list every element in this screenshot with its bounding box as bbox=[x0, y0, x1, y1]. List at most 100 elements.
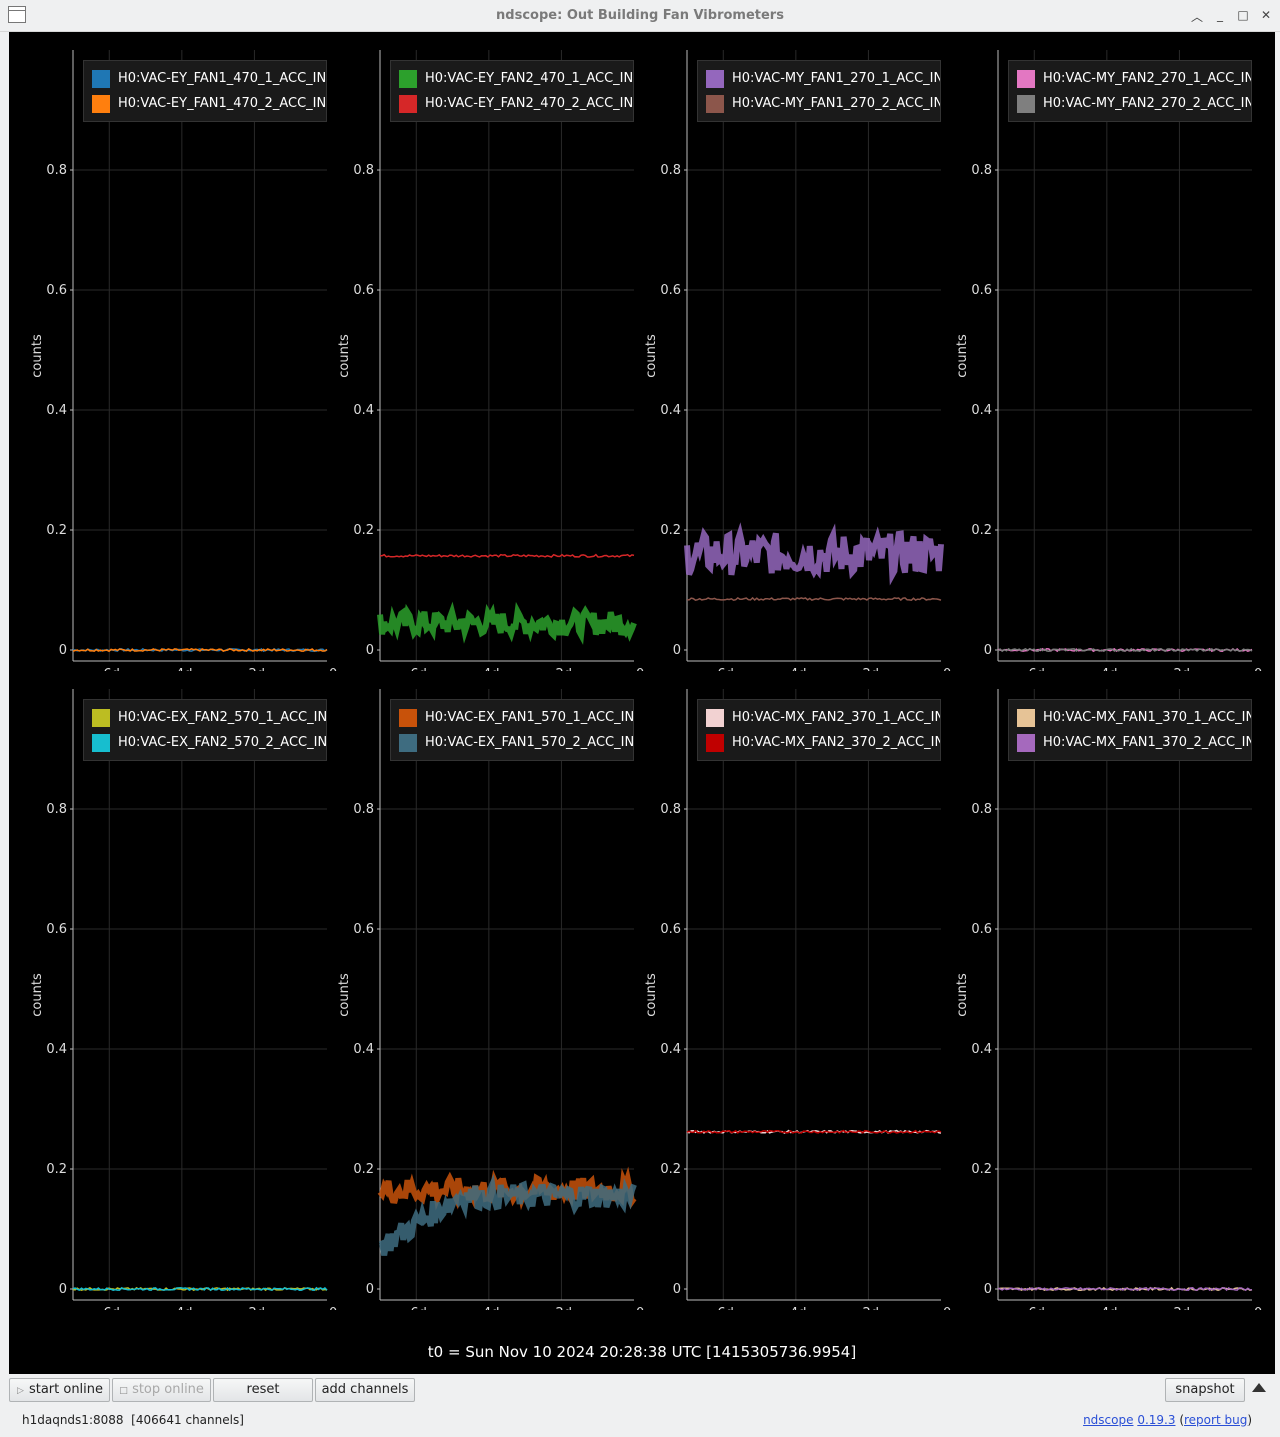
y-axis-label: counts bbox=[955, 334, 970, 378]
x-tick-label: -2d bbox=[551, 1306, 572, 1310]
channel-count: [406641 channels] bbox=[131, 1413, 244, 1427]
legend-swatch bbox=[92, 709, 110, 727]
status-bar: h1daqnds1:8088 [406641 channels] bbox=[22, 1413, 244, 1427]
y-tick-label: 0 bbox=[673, 643, 681, 658]
stop-online-label: stop online bbox=[132, 1382, 204, 1397]
plot-panel-5[interactable]: 00.20.40.60.8-6d-4d-2d0countsH0:VAC-EX_F… bbox=[9, 671, 339, 1310]
maximize-icon[interactable]: □ bbox=[1235, 8, 1251, 22]
legend-swatch bbox=[1017, 734, 1035, 752]
plot-legend[interactable]: H0:VAC-MY_FAN2_270_1_ACC_INCH H0:VAC-MY_F… bbox=[1008, 60, 1252, 122]
y-tick-label: 0.4 bbox=[971, 1042, 992, 1057]
y-tick-label: 0.8 bbox=[46, 163, 67, 178]
legend-label: H0:VAC-MX_FAN1_370_1_ACC_INCH bbox=[1043, 710, 1252, 725]
close-icon[interactable]: ✕ bbox=[1258, 8, 1274, 22]
ndscope-link[interactable]: ndscope bbox=[1083, 1413, 1133, 1427]
plot-panel-4[interactable]: 00.20.40.60.8-6d-4d-2d0countsH0:VAC-MY_F… bbox=[934, 32, 1264, 671]
plot-panel-6[interactable]: 00.20.40.60.8-6d-4d-2d0countsH0:VAC-EX_F… bbox=[316, 671, 646, 1310]
legend-swatch bbox=[1017, 709, 1035, 727]
x-tick-label: -6d bbox=[406, 1306, 427, 1310]
plot-panel-1[interactable]: 00.20.40.60.8-6d-4d-2d0countsH0:VAC-EY_F… bbox=[9, 32, 339, 671]
y-tick-label: 0.8 bbox=[971, 163, 992, 178]
keep-above-icon[interactable]: ︿ bbox=[1189, 8, 1205, 25]
server-address: h1daqnds1:8088 bbox=[22, 1413, 124, 1427]
plot-svg: 00.20.40.60.8-6d-4d-2d0counts bbox=[337, 50, 644, 671]
legend-label: H0:VAC-MY_FAN1_270_2_ACC_INCH bbox=[732, 96, 941, 111]
legend-label: H0:VAC-MY_FAN1_270_1_ACC_INCH bbox=[732, 71, 941, 86]
y-axis-label: counts bbox=[644, 334, 659, 378]
plot-panel-2[interactable]: 00.20.40.60.8-6d-4d-2d0countsH0:VAC-EY_F… bbox=[316, 32, 646, 671]
plot-legend[interactable]: H0:VAC-MY_FAN1_270_1_ACC_INCH H0:VAC-MY_F… bbox=[697, 60, 941, 122]
y-axis-label: counts bbox=[30, 973, 45, 1017]
plot-svg: 00.20.40.60.8-6d-4d-2d0counts bbox=[644, 689, 951, 1310]
y-axis-label: counts bbox=[955, 973, 970, 1017]
version-link[interactable]: 0.19.3 bbox=[1137, 1413, 1175, 1427]
legend-label: H0:VAC-EY_FAN2_470_2_ACC_INCH bbox=[425, 96, 634, 111]
legend-label: H0:VAC-MX_FAN1_370_2_ACC_INCH bbox=[1043, 735, 1252, 750]
x-tick-label: -4d bbox=[171, 1306, 192, 1310]
y-tick-label: 0.6 bbox=[46, 922, 67, 937]
start-online-button[interactable]: ▷ start online bbox=[9, 1378, 110, 1402]
legend-label: H0:VAC-MX_FAN2_370_2_ACC_INCH bbox=[732, 735, 941, 750]
stop-online-button[interactable]: □ stop online bbox=[112, 1378, 211, 1402]
y-tick-label: 0 bbox=[984, 643, 992, 658]
y-tick-label: 0.8 bbox=[660, 802, 681, 817]
plot-panel-8[interactable]: 0 0.2 0.4 0.6 0.8 -6d -4d -2d 0 counts H0:VAC-MX_F… bbox=[934, 671, 1264, 1310]
x-tick-label: 0 bbox=[1254, 1306, 1262, 1310]
y-tick-label: 0.6 bbox=[971, 922, 992, 937]
minimize-icon[interactable]: _ bbox=[1212, 8, 1228, 22]
y-tick-label: 0.8 bbox=[46, 802, 67, 817]
window-titlebar: ndscope: Out Building Fan Vibrometers ︿ … bbox=[0, 0, 1280, 32]
series-line bbox=[377, 601, 637, 645]
plot-svg: 00.20.40.60.8-6d-4d-2d0counts bbox=[30, 689, 337, 1310]
add-channels-button[interactable]: add channels bbox=[315, 1378, 415, 1402]
reset-button[interactable]: reset bbox=[213, 1378, 313, 1402]
stop-icon: □ bbox=[119, 1386, 128, 1396]
plot-svg: 00.20.40.60.8-6d-4d-2d0counts bbox=[644, 50, 951, 671]
plot-panel-3[interactable]: 00.20.40.60.8-6d-4d-2d0countsH0:VAC-MY_F… bbox=[623, 32, 953, 671]
x-tick-label: -4d bbox=[785, 1306, 806, 1310]
plot-legend[interactable]: H0:VAC-EX_FAN2_570_1_ACC_INCH H0:VAC-EX_F… bbox=[83, 699, 327, 761]
plot-legend[interactable]: H0:VAC-MX_FAN2_370_1_ACC_INCH H0:VAC-MX_F… bbox=[697, 699, 941, 761]
legend-swatch bbox=[1017, 70, 1035, 88]
y-tick-label: 0 bbox=[984, 1282, 992, 1297]
y-tick-label: 0.2 bbox=[46, 1162, 67, 1177]
snapshot-button[interactable]: snapshot bbox=[1165, 1378, 1245, 1402]
y-tick-label: 0.8 bbox=[353, 163, 374, 178]
plot-panel-7[interactable]: 00.20.40.60.8-6d-4d-2d0countsH0:VAC-MX_F… bbox=[623, 671, 953, 1310]
y-axis-label: counts bbox=[337, 334, 352, 378]
plot-legend[interactable]: H0:VAC-EY_FAN2_470_1_ACC_INCH H0:VAC-EY_F… bbox=[390, 60, 634, 122]
series-line bbox=[684, 522, 944, 586]
x-tick-label: -4d bbox=[1096, 1306, 1117, 1310]
series-line bbox=[380, 553, 635, 558]
t0-label: t0 = Sun Nov 10 2024 20:28:38 UTC [14153… bbox=[427, 1343, 857, 1361]
legend-swatch bbox=[399, 734, 417, 752]
start-online-label: start online bbox=[28, 1382, 104, 1397]
plot-grid[interactable]: 0 0.2 0.4 0.6 0.8 -6d -4d -2d 0 counts H0:VAC-EY_F… bbox=[9, 32, 1275, 1374]
y-tick-label: 0.6 bbox=[46, 283, 67, 298]
plot-svg: 00.20.40.60.8-6d-4d-2d0counts bbox=[337, 689, 644, 1310]
legend-swatch bbox=[399, 709, 417, 727]
plot-legend[interactable]: H0:VAC-EY_FAN1_470_1_ACC_INCH H0:VAC-EY_F… bbox=[83, 60, 327, 122]
plot-legend[interactable]: H0:VAC-MX_FAN1_370_1_ACC_INCH H0:VAC-MX_F… bbox=[1008, 699, 1252, 761]
y-tick-label: 0.6 bbox=[353, 922, 374, 937]
legend-swatch bbox=[399, 95, 417, 113]
y-tick-label: 0.6 bbox=[971, 283, 992, 298]
legend-swatch bbox=[706, 709, 724, 727]
legend-label: H0:VAC-EY_FAN2_470_1_ACC_INCH bbox=[425, 71, 634, 86]
legend-label: H0:VAC-EY_FAN1_470_1_ACC_INCH bbox=[118, 71, 327, 86]
y-tick-label: 0.2 bbox=[353, 1162, 374, 1177]
x-tick-label: -6d bbox=[99, 1306, 120, 1310]
y-tick-label: 0.4 bbox=[46, 403, 67, 418]
series-line bbox=[686, 596, 942, 602]
y-axis-label: counts bbox=[644, 973, 659, 1017]
legend-swatch bbox=[706, 734, 724, 752]
expand-up-icon[interactable] bbox=[1252, 1383, 1266, 1392]
legend-label: H0:VAC-EY_FAN1_470_2_ACC_INCH bbox=[118, 96, 327, 111]
report-bug-link[interactable]: report bug bbox=[1184, 1413, 1247, 1427]
y-tick-label: 0.2 bbox=[971, 1162, 992, 1177]
plot-legend[interactable]: H0:VAC-EX_FAN1_570_1_ACC_INCH H0:VAC-EX_F… bbox=[390, 699, 634, 761]
legend-label: H0:VAC-MX_FAN2_370_1_ACC_INCH bbox=[732, 710, 941, 725]
y-tick-label: 0.2 bbox=[46, 523, 67, 538]
y-tick-label: 0.4 bbox=[46, 1042, 67, 1057]
y-tick-label: 0.2 bbox=[353, 523, 374, 538]
